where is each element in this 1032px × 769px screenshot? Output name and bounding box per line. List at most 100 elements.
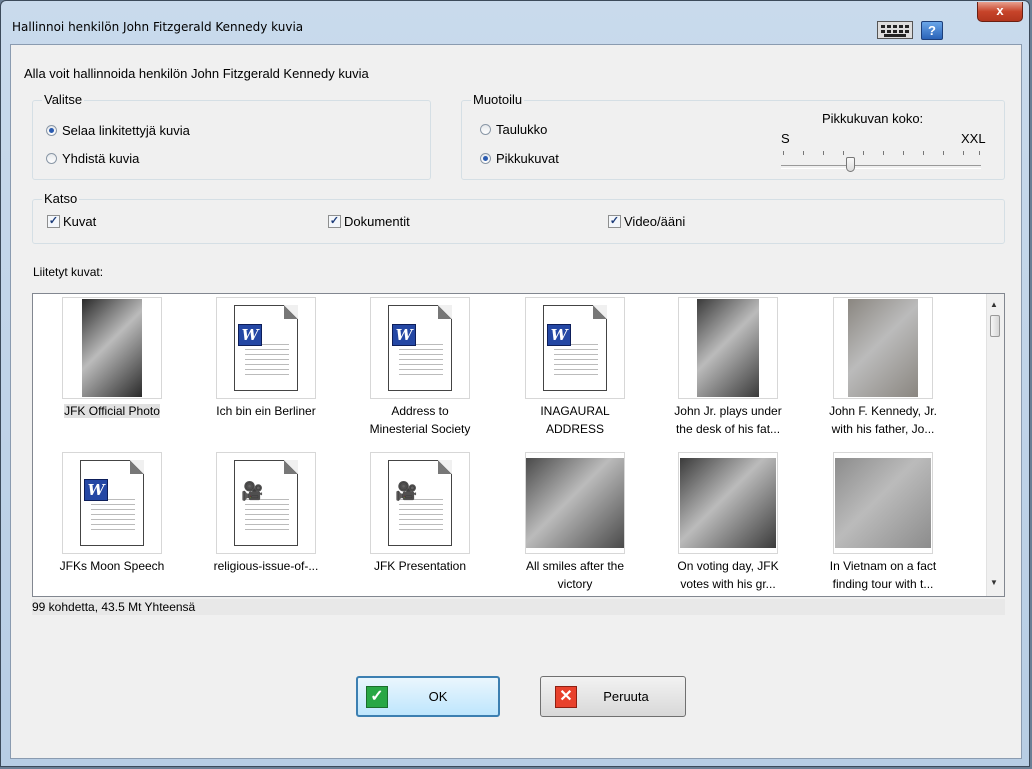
- caption-line: religious-issue-of-...: [213, 559, 319, 573]
- video-camera-icon: 🎥: [234, 460, 298, 546]
- radio-dot: [46, 125, 57, 136]
- gallery-item-caption: John F. Kennedy, Jr. with his father, Jo.…: [808, 402, 958, 438]
- word-doc-icon: W: [234, 305, 298, 391]
- checkbox-label: Dokumentit: [344, 214, 410, 229]
- valitse-group: Valitse: [32, 92, 431, 180]
- photo-thumbnail[interactable]: [678, 452, 778, 554]
- radio-label: Pikkukuvat: [496, 151, 559, 166]
- word-document-thumbnail[interactable]: W: [370, 297, 470, 399]
- photo-thumbnail[interactable]: [525, 452, 625, 554]
- word-doc-icon: W: [388, 305, 452, 391]
- caption-line: All smiles after the: [525, 559, 625, 573]
- radio-browse-linked[interactable]: Selaa linkitettyjä kuvia: [46, 123, 190, 138]
- caption-line: In Vietnam on a fact: [829, 559, 937, 573]
- radio-dot: [46, 153, 57, 164]
- photo-image: [848, 299, 918, 397]
- gallery-item-caption: INAGAURAL ADDRESS: [500, 402, 650, 438]
- radio-thumbnails[interactable]: Pikkukuvat: [480, 151, 559, 166]
- gallery-item-caption: John Jr. plays under the desk of his fat.…: [653, 402, 803, 438]
- muotoilu-legend: Muotoilu: [471, 92, 525, 107]
- katso-legend: Katso: [42, 191, 80, 206]
- checkbox-label: Video/ääni: [624, 214, 686, 229]
- caption-line: victory: [557, 577, 593, 591]
- photo-thumbnail[interactable]: [678, 297, 778, 399]
- gallery-item-caption: All smiles after the victory: [500, 557, 650, 593]
- ok-button[interactable]: ✓ OK: [356, 676, 500, 717]
- checkbox-box: ✓: [47, 215, 60, 228]
- photo-image: [835, 458, 931, 548]
- dialog-subtitle: Alla voit hallinnoida henkilön John Fitz…: [24, 66, 369, 81]
- gallery-item-caption: Address to Minesterial Society: [345, 402, 495, 438]
- caption-line: John F. Kennedy, Jr.: [829, 404, 937, 418]
- radio-label: Taulukko: [496, 122, 548, 137]
- word-document-thumbnail[interactable]: W: [525, 297, 625, 399]
- radio-merge-images[interactable]: Yhdistä kuvia: [46, 151, 139, 166]
- caption-line: John Jr. plays under: [674, 404, 782, 418]
- word-doc-icon: W: [543, 305, 607, 391]
- slider-max-label: XXL: [961, 131, 986, 146]
- gallery-item-caption: In Vietnam on a fact finding tour with t.…: [808, 557, 958, 593]
- caption-line: JFKs Moon Speech: [59, 559, 165, 573]
- cancel-label: Peruuta: [603, 689, 649, 704]
- photo-image: [82, 299, 142, 397]
- checkbox-video-audio[interactable]: ✓ Video/ääni: [608, 214, 685, 229]
- ok-label: OK: [428, 689, 448, 704]
- caption-line: JFK Official Photo: [64, 404, 160, 418]
- photo-image: [697, 299, 759, 397]
- checkbox-images[interactable]: ✓ Kuvat: [47, 214, 96, 229]
- caption-line: finding tour with t...: [832, 577, 934, 591]
- photo-thumbnail[interactable]: [833, 297, 933, 399]
- video-file-thumbnail[interactable]: 🎥: [216, 452, 316, 554]
- caption-line: Address to: [391, 404, 449, 418]
- caption-line: the desk of his fat...: [675, 422, 781, 436]
- attached-images-list[interactable]: ▲ ▼ JFK Official Photo W Ich bin ein Berli…: [32, 293, 1005, 597]
- caption-line: votes with his gr...: [680, 577, 776, 591]
- katso-group: Katso: [32, 191, 1005, 244]
- valitse-legend: Valitse: [42, 92, 85, 107]
- caption-line: ADDRESS: [545, 422, 604, 436]
- photo-thumbnail[interactable]: [833, 452, 933, 554]
- thumbnail-size-slider[interactable]: [781, 165, 981, 169]
- gallery-item-caption: On voting day, JFK votes with his gr...: [653, 557, 803, 593]
- slider-thumb[interactable]: [846, 157, 855, 172]
- x-icon: ✕: [555, 685, 577, 708]
- keyboard-icon[interactable]: [877, 21, 913, 39]
- radio-label: Yhdistä kuvia: [62, 151, 140, 166]
- checkbox-documents[interactable]: ✓ Dokumentit: [328, 214, 410, 229]
- caption-line: Minesterial Society: [369, 422, 471, 436]
- word-document-thumbnail[interactable]: W: [62, 452, 162, 554]
- window-title: Hallinnoi henkilön John Fitzgerald Kenne…: [12, 20, 304, 34]
- status-bar: 99 kohdetta, 43.5 Mt Yhteensä: [32, 599, 1005, 615]
- gallery-item-caption: Ich bin ein Berliner: [191, 402, 341, 420]
- scroll-up-icon[interactable]: ▲: [990, 300, 998, 309]
- checkbox-label: Kuvat: [63, 214, 97, 229]
- slider-label: Pikkukuvan koko:: [822, 111, 924, 126]
- checkbox-box: ✓: [608, 215, 621, 228]
- checkbox-box: ✓: [328, 215, 341, 228]
- cancel-button[interactable]: ✕ Peruuta: [540, 676, 686, 717]
- radio-table[interactable]: Taulukko: [480, 122, 547, 137]
- title-bar[interactable]: Hallinnoi henkilön John Fitzgerald Kenne…: [1, 1, 1029, 43]
- word-document-thumbnail[interactable]: W: [216, 297, 316, 399]
- radio-label: Selaa linkitettyjä kuvia: [62, 123, 190, 138]
- check-icon: ✓: [366, 685, 388, 708]
- caption-line: with his father, Jo...: [831, 422, 935, 436]
- caption-line: On voting day, JFK: [677, 559, 779, 573]
- word-doc-icon: W: [80, 460, 144, 546]
- scroll-down-icon[interactable]: ▼: [990, 578, 998, 587]
- caption-line: Ich bin ein Berliner: [216, 404, 316, 418]
- scrollbar-thumb[interactable]: [990, 315, 1000, 337]
- gallery-item-caption: religious-issue-of-...: [191, 557, 341, 575]
- radio-dot: [480, 153, 491, 164]
- help-icon[interactable]: ?: [921, 21, 943, 40]
- caption-line: JFK Presentation: [373, 559, 467, 573]
- photo-thumbnail[interactable]: [62, 297, 162, 399]
- video-file-thumbnail[interactable]: 🎥: [370, 452, 470, 554]
- gallery-item-caption: JFK Official Photo: [37, 402, 187, 420]
- video-camera-icon: 🎥: [388, 460, 452, 546]
- gallery-item-caption: JFKs Moon Speech: [37, 557, 187, 575]
- photo-image: [526, 458, 624, 548]
- caption-line: INAGAURAL: [540, 404, 610, 418]
- close-button[interactable]: x: [977, 2, 1023, 22]
- vertical-scrollbar[interactable]: ▲ ▼: [986, 294, 1004, 596]
